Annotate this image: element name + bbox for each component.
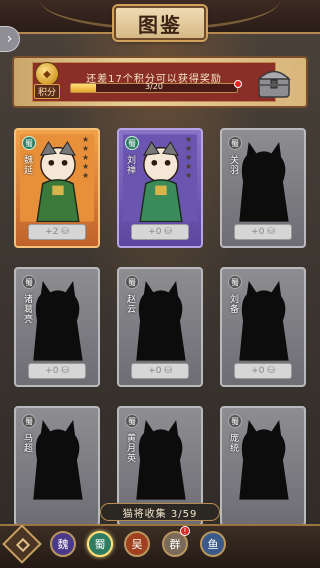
- general-card[interactable]: 蜀魏延 ★ ★ ★ ★ ★ +2 ⛁: [14, 128, 100, 248]
- star-icon: ★: [82, 153, 90, 162]
- general-name: 刘备: [230, 295, 240, 315]
- general-name: 诸葛亮: [24, 295, 34, 325]
- star-icon: ★: [185, 144, 193, 153]
- faction-icon: 蜀: [125, 136, 139, 150]
- general-name: 马超: [24, 434, 34, 454]
- faction-icon: 蜀: [22, 414, 36, 428]
- general-card[interactable]: 蜀赵云 +0 ⛁: [117, 267, 203, 387]
- star-icon: ★: [82, 171, 90, 180]
- star-rating: ★ ★ ★ ★ ★: [82, 136, 92, 180]
- general-card[interactable]: 蜀关羽 +0 ⛁: [220, 128, 306, 248]
- general-card[interactable]: 蜀庞统: [220, 406, 306, 526]
- general-card[interactable]: 蜀马超: [14, 406, 100, 526]
- points-label: 积分: [33, 84, 60, 99]
- general-name: 赵云: [127, 295, 137, 315]
- faction-tab[interactable]: 鱼: [200, 531, 226, 557]
- faction-tab[interactable]: 蜀: [87, 531, 113, 557]
- shard-button[interactable]: +0 ⛁: [234, 363, 292, 379]
- faction-icon: 蜀: [22, 136, 36, 150]
- star-icon: ★: [82, 144, 90, 153]
- general-name: 魏延: [24, 156, 34, 176]
- general-name: 黄月英: [127, 434, 137, 464]
- bottom-nav: [0, 524, 320, 568]
- faction-icon: 蜀: [125, 414, 139, 428]
- shard-button[interactable]: +2 ⛁: [28, 224, 86, 240]
- treasure-chest-icon[interactable]: [254, 62, 294, 102]
- faction-icon: 蜀: [228, 275, 242, 289]
- points-coin-icon: ◆: [35, 62, 59, 86]
- star-icon: ★: [82, 162, 90, 171]
- star-icon: ★: [185, 171, 193, 180]
- star-icon: ★: [82, 135, 90, 144]
- star-icon: ★: [185, 153, 193, 162]
- shard-button[interactable]: +0 ⛁: [234, 224, 292, 240]
- star-icon: ★: [185, 135, 193, 144]
- faction-icon: 蜀: [228, 414, 242, 428]
- collection-count: 猫将收集 3/59: [100, 503, 220, 521]
- general-card[interactable]: 蜀诸葛亮 +0 ⛁: [14, 267, 100, 387]
- faction-tab[interactable]: 魏: [50, 531, 76, 557]
- faction-icon: 蜀: [125, 275, 139, 289]
- shard-button[interactable]: +0 ⛁: [131, 224, 189, 240]
- general-card[interactable]: 蜀刘禅 ★ ★ ★ ★ ★ +0 ⛁: [117, 128, 203, 248]
- points-badge[interactable]: ◆ 积分: [32, 62, 62, 100]
- shard-button[interactable]: +0 ⛁: [28, 363, 86, 379]
- reward-progress-text: 3/20: [145, 82, 163, 91]
- general-card[interactable]: 蜀刘备 +0 ⛁: [220, 267, 306, 387]
- page-title: 图鉴: [114, 6, 206, 40]
- faction-icon: 蜀: [228, 136, 242, 150]
- star-icon: ★: [185, 162, 193, 171]
- faction-tab[interactable]: 吴: [124, 531, 150, 557]
- notification-badge: !: [180, 526, 190, 536]
- chevron-right-icon: ›: [6, 31, 13, 47]
- alert-dot: [234, 80, 242, 88]
- star-rating: ★ ★ ★ ★ ★: [185, 136, 195, 180]
- general-name: 刘禅: [127, 156, 137, 176]
- faction-icon: 蜀: [22, 275, 36, 289]
- shard-button[interactable]: +0 ⛁: [131, 363, 189, 379]
- general-name: 关羽: [230, 156, 240, 176]
- general-name: 庞统: [230, 434, 240, 454]
